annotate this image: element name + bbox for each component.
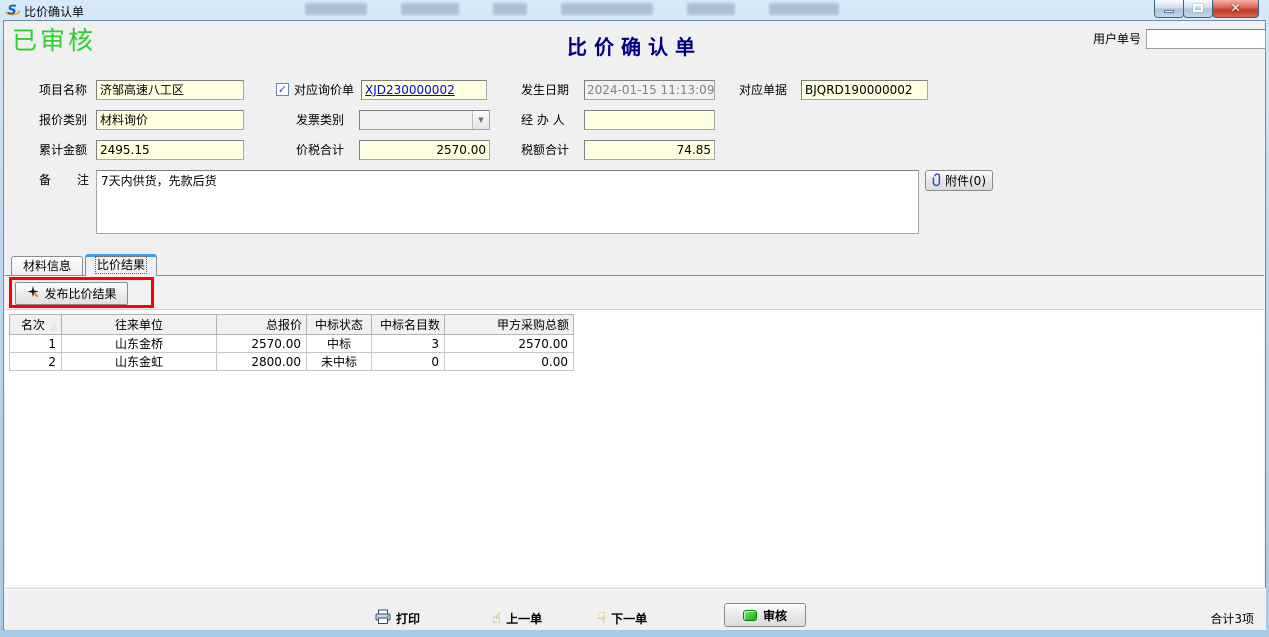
- price-tax-input[interactable]: 2570.00: [359, 140, 490, 160]
- printer-icon: [375, 609, 391, 628]
- audit-label: 审核: [763, 607, 787, 624]
- audit-button[interactable]: 审核: [724, 603, 806, 627]
- cell-vendor: 山东金桥: [62, 335, 217, 353]
- handler-input[interactable]: [584, 110, 715, 130]
- project-name-label: 项目名称: [39, 80, 87, 100]
- next-order-label: 下一单: [611, 610, 647, 627]
- cell-purchase-total: 2570.00: [445, 335, 574, 353]
- date-label: 发生日期: [521, 80, 569, 100]
- sort-icon: △: [51, 322, 57, 331]
- total-count-label: 合计3项: [1210, 610, 1254, 627]
- page-title: 比价确认单: [4, 31, 1265, 60]
- table-header-row: 名次 △ 往来单位 总报价 中标状态 中标名目数 甲方采购总额: [10, 315, 574, 335]
- tab-material-info[interactable]: 材料信息: [11, 256, 83, 275]
- table-row[interactable]: 2 山东金虹 2800.00 未中标 0 0.00: [10, 353, 574, 371]
- next-order-button[interactable]: ☟ 下一单: [597, 608, 647, 628]
- minimize-button[interactable]: [1154, 0, 1184, 18]
- close-button[interactable]: ✕: [1212, 0, 1259, 18]
- invoice-type-label: 发票类别: [296, 110, 344, 130]
- cell-rank: 2: [10, 353, 62, 371]
- attachment-button[interactable]: 附件(0): [925, 170, 993, 191]
- svg-text:S: S: [7, 4, 16, 19]
- inquiry-label: 对应询价单: [294, 80, 354, 100]
- cell-win-count: 3: [372, 335, 445, 353]
- inquiry-checkbox[interactable]: ✓: [276, 83, 289, 96]
- inquiry-input[interactable]: XJD230000002: [361, 80, 487, 100]
- result-table: 名次 △ 往来单位 总报价 中标状态 中标名目数 甲方采购总额 1 山东金桥 2…: [9, 314, 574, 371]
- invoice-type-combobox[interactable]: ▼: [359, 110, 490, 130]
- tab-compare-result[interactable]: 比价结果: [85, 254, 157, 276]
- result-toolbar: [5, 276, 1264, 310]
- publish-icon: [26, 285, 40, 302]
- tax-total-input[interactable]: 74.85: [584, 140, 715, 160]
- publish-label: 发布比价结果: [44, 285, 116, 302]
- price-tax-label: 价税合计: [296, 140, 344, 160]
- print-button[interactable]: 打印: [375, 608, 420, 628]
- cell-win-status: 中标: [307, 335, 372, 353]
- remark-label: 备 注: [39, 170, 91, 190]
- header-rank[interactable]: 名次 △: [10, 315, 62, 335]
- ref-doc-label: 对应单据: [739, 80, 787, 100]
- cell-win-count: 0: [372, 353, 445, 371]
- table-row[interactable]: 1 山东金桥 2570.00 中标 3 2570.00: [10, 335, 574, 353]
- client-area: 已审核 比价确认单 用户单号 项目名称 济邹高速八工区 ✓ 对应询价单 XJD2…: [3, 20, 1266, 630]
- paperclip-icon: [932, 172, 942, 190]
- date-value: 2024-01-15 11:13:09: [585, 81, 715, 99]
- cell-rank: 1: [10, 335, 62, 353]
- header-purchase-total[interactable]: 甲方采购总额: [445, 315, 574, 335]
- hand-up-icon: ☝: [492, 611, 501, 626]
- window-title: 比价确认单: [24, 3, 84, 20]
- hand-down-icon: ☟: [597, 611, 606, 626]
- user-no-label: 用户单号: [1093, 29, 1141, 49]
- project-name-input[interactable]: 济邹高速八工区: [96, 80, 244, 100]
- inquiry-link[interactable]: XJD230000002: [365, 83, 455, 97]
- audit-status-icon: [743, 610, 757, 621]
- header-win-count[interactable]: 中标名目数: [372, 315, 445, 335]
- cell-vendor: 山东金虹: [62, 353, 217, 371]
- attachment-label: 附件(0): [945, 172, 986, 189]
- background-window-ghost: [305, 3, 839, 15]
- date-combobox[interactable]: 2024-01-15 11:13:09 ▼: [584, 80, 715, 100]
- cell-total-quote: 2800.00: [217, 353, 307, 371]
- header-win-status[interactable]: 中标状态: [307, 315, 372, 335]
- user-no-input[interactable]: [1146, 29, 1266, 49]
- footer-bar: 打印 ☝ 上一单 ☟ 下一单 审核 合计3项: [5, 588, 1266, 630]
- cell-purchase-total: 0.00: [445, 353, 574, 371]
- titlebar: S 比价确认单 ✕: [0, 0, 1269, 20]
- chevron-down-icon[interactable]: ▼: [472, 111, 489, 129]
- ref-doc-input[interactable]: BJQRD190000002: [801, 80, 928, 100]
- handler-label: 经 办 人: [521, 110, 565, 130]
- quote-type-label: 报价类别: [39, 110, 87, 130]
- cell-win-status: 未中标: [307, 353, 372, 371]
- previous-order-label: 上一单: [506, 610, 542, 627]
- app-window: S 比价确认单 ✕ 已审核 比价确认单 用户单号 项目名称 济邹高速八工区 ✓ …: [0, 0, 1269, 637]
- tax-total-label: 税额合计: [521, 140, 569, 160]
- header-vendor[interactable]: 往来单位: [62, 315, 217, 335]
- cell-total-quote: 2570.00: [217, 335, 307, 353]
- app-logo-icon: S: [4, 2, 20, 18]
- header-total-quote[interactable]: 总报价: [217, 315, 307, 335]
- remark-textarea[interactable]: 7天内供货，先款后货: [96, 170, 919, 234]
- maximize-button[interactable]: [1183, 0, 1213, 18]
- publish-result-button[interactable]: 发布比价结果: [15, 282, 128, 305]
- quote-type-input[interactable]: 材料询价: [96, 110, 244, 130]
- previous-order-button[interactable]: ☝ 上一单: [492, 608, 542, 628]
- cumulative-amount-label: 累计金额: [39, 140, 87, 160]
- print-label: 打印: [396, 610, 420, 627]
- cumulative-amount-input[interactable]: 2495.15: [96, 140, 244, 160]
